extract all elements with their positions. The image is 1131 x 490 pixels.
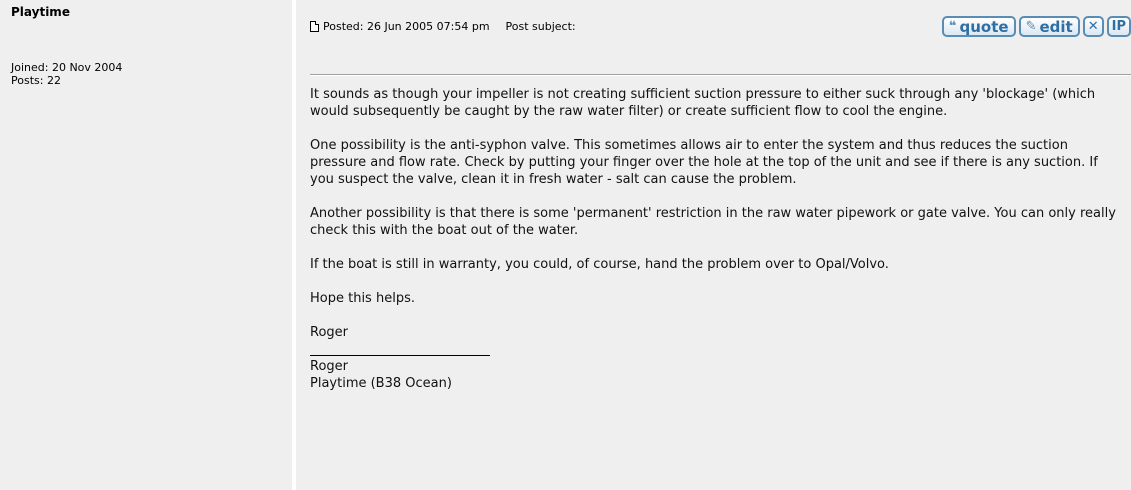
ip-button[interactable]: IP xyxy=(1106,16,1131,37)
post-paragraph: It sounds as though your impeller is not… xyxy=(310,87,1096,119)
post-divider xyxy=(310,74,1131,76)
post-date: Posted: 26 Jun 2005 07:54 pm xyxy=(323,20,490,33)
post-paragraph: If the boat is still in warranty, you co… xyxy=(310,257,889,272)
post-action-buttons: ❝ quote ✎ edit ✕ IP xyxy=(941,16,1131,37)
quote-label: quote xyxy=(959,17,1009,36)
quote-icon: ❝ xyxy=(948,19,957,34)
signature-divider xyxy=(310,355,490,356)
post-header: Posted: 26 Jun 2005 07:54 pm Post subjec… xyxy=(310,20,576,33)
delete-button[interactable]: ✕ xyxy=(1082,16,1104,37)
post-paragraph: Roger xyxy=(310,325,348,340)
post-paragraph: Hope this helps. xyxy=(310,291,415,306)
edit-button[interactable]: ✎ edit xyxy=(1018,16,1080,37)
signature-line-2: Playtime (B38 Ocean) xyxy=(310,376,452,391)
post-content-panel: Posted: 26 Jun 2005 07:54 pm Post subjec… xyxy=(296,0,1131,490)
edit-label: edit xyxy=(1039,17,1073,36)
quote-button[interactable]: ❝ quote xyxy=(941,16,1016,37)
post-body: It sounds as though your impeller is not… xyxy=(310,86,1123,392)
document-icon[interactable] xyxy=(310,21,319,32)
author-details: Joined: 20 Nov 2004 Posts: 22 xyxy=(11,61,281,87)
author-posts: Posts: 22 xyxy=(11,74,61,87)
post-paragraph: One possibility is the anti-syphon valve… xyxy=(310,138,1098,187)
author-name[interactable]: Playtime xyxy=(11,5,281,20)
author-joined: Joined: 20 Nov 2004 xyxy=(11,61,123,74)
author-panel: Playtime Joined: 20 Nov 2004 Posts: 22 xyxy=(0,0,296,490)
post-subject-label: Post subject: xyxy=(505,20,576,33)
post-paragraph: Another possibility is that there is som… xyxy=(310,206,1116,238)
ip-label: IP xyxy=(1111,19,1126,34)
signature-line-1: Roger xyxy=(310,359,348,374)
delete-icon: ✕ xyxy=(1087,19,1099,34)
edit-icon: ✎ xyxy=(1025,19,1037,34)
forum-post: Playtime Joined: 20 Nov 2004 Posts: 22 P… xyxy=(0,0,1131,490)
